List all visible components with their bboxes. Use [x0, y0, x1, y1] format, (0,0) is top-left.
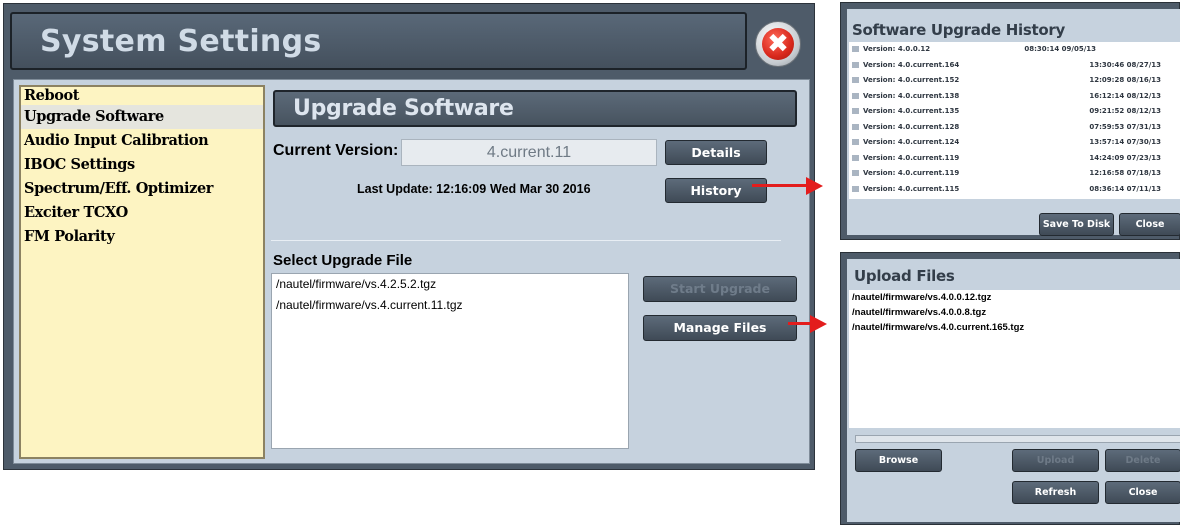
history-timestamp: 12:16:58 07/18/13 — [1089, 169, 1161, 177]
last-update-label: Last Update: 12:16:09 — [357, 182, 487, 196]
history-panel: Software Upgrade History Version: 4.0.0.… — [847, 9, 1180, 236]
save-to-disk-button[interactable]: Save To Disk — [1039, 213, 1114, 236]
upload-title: Upload Files — [854, 267, 955, 285]
refresh-button[interactable]: Refresh — [1012, 481, 1099, 504]
upload-progress-bar — [855, 435, 1180, 443]
history-timestamp: 14:24:09 07/23/13 — [1089, 153, 1161, 162]
close-button[interactable]: ✖ — [755, 21, 801, 67]
upload-close-button[interactable]: Close — [1105, 481, 1180, 504]
list-bullet-icon — [852, 170, 859, 176]
arrow-head-icon — [806, 177, 823, 195]
title-bar: System Settings — [10, 12, 747, 70]
system-settings-window: System Settings ✖ Reboot Upgrade Softwar… — [3, 3, 815, 470]
list-bullet-icon — [852, 139, 859, 145]
history-list[interactable]: Version: 4.0.0.12 08:30:14 09/05/13 Versi… — [849, 42, 1180, 199]
list-bullet-icon — [852, 185, 859, 192]
history-row[interactable]: Version: 4.0.current.119 14:24:09 07/23/1… — [849, 151, 1180, 167]
arrow-to-history — [752, 184, 808, 187]
list-bullet-icon — [852, 154, 859, 161]
history-version: Version: 4.0.current.119 — [863, 153, 960, 162]
history-timestamp: 09:21:52 08/12/13 — [1089, 107, 1161, 115]
window-title: System Settings — [40, 24, 322, 59]
history-timestamp: 13:30:46 08/27/13 — [1089, 60, 1161, 69]
sidebar-item-audio-input-calibration[interactable]: Audio Input Calibration — [21, 129, 263, 153]
last-update-date: Wed Mar 30 2016 — [490, 182, 591, 196]
history-row[interactable]: Version: 4.0.current.115 08:36:14 07/11/1… — [849, 182, 1180, 198]
history-row[interactable]: Version: 4.0.current.138 16:12:14 08/12/1… — [849, 89, 1180, 105]
close-icon: ✖ — [762, 28, 794, 60]
history-timestamp: 08:36:14 07/11/13 — [1089, 184, 1161, 193]
details-button[interactable]: Details — [665, 140, 767, 165]
current-version-field: 4.current.11 — [401, 139, 657, 166]
history-version: Version: 4.0.current.119 — [863, 169, 960, 177]
sidebar-item-reboot[interactable]: Reboot — [21, 87, 263, 105]
arrow-head-icon — [810, 315, 827, 333]
list-bullet-icon — [852, 92, 859, 99]
section-header: Upgrade Software — [273, 90, 797, 127]
manage-files-button[interactable]: Manage Files — [643, 315, 797, 341]
file-list-item[interactable]: /nautel/firmware/vs.4.2.5.2.tgz — [272, 274, 628, 295]
select-upgrade-file-label: Select Upgrade File — [273, 252, 413, 269]
sidebar-item-exciter-tcxo[interactable]: Exciter TCXO — [21, 201, 263, 225]
history-row[interactable]: Version: 4.0.0.12 08:30:14 09/05/13 — [849, 42, 1180, 58]
sidebar-item-upgrade-software[interactable]: Upgrade Software — [21, 105, 263, 129]
history-version: Version: 4.0.current.128 — [863, 122, 960, 131]
list-bullet-icon — [852, 123, 859, 130]
upgrade-file-list[interactable]: /nautel/firmware/vs.4.2.5.2.tgz /nautel/… — [271, 273, 629, 449]
software-upgrade-history-dialog: Software Upgrade History Version: 4.0.0.… — [840, 2, 1180, 240]
list-bullet-icon — [852, 77, 859, 83]
sidebar-item-fm-polarity[interactable]: FM Polarity — [21, 225, 263, 249]
history-row[interactable]: Version: 4.0.current.152 12:09:28 08/16/1… — [849, 73, 1180, 89]
list-bullet-icon — [852, 61, 859, 68]
list-item[interactable]: /nautel/firmware/vs.4.0.0.8.tgz — [849, 305, 1180, 320]
sidebar-item-spectrum-optimizer[interactable]: Spectrum/Eff. Optimizer — [21, 177, 263, 201]
list-bullet-icon — [852, 108, 859, 114]
section-title: Upgrade Software — [293, 96, 514, 121]
history-timestamp: 08:30:14 09/05/13 — [1024, 45, 1096, 53]
history-timestamp: 13:57:14 07/30/13 — [1089, 138, 1161, 146]
history-timestamp: 12:09:28 08/16/13 — [1089, 76, 1161, 84]
divider — [271, 240, 781, 241]
upload-button[interactable]: Upload — [1012, 449, 1099, 472]
upload-files-dialog: Upload Files /nautel/firmware/vs.4.0.0.1… — [840, 252, 1180, 525]
upload-file-list[interactable]: /nautel/firmware/vs.4.0.0.12.tgz /nautel… — [849, 290, 1180, 428]
history-version: Version: 4.0.current.164 — [863, 60, 960, 69]
sidebar-item-iboc-settings[interactable]: IBOC Settings — [21, 153, 263, 177]
history-version: Version: 4.0.current.115 — [863, 184, 960, 193]
history-version: Version: 4.0.current.135 — [863, 107, 960, 115]
history-row[interactable]: Version: 4.0.current.164 13:30:46 08/27/1… — [849, 58, 1180, 74]
history-version: Version: 4.0.current.138 — [863, 91, 960, 100]
browse-button[interactable]: Browse — [855, 449, 942, 472]
history-row[interactable]: Version: 4.0.current.135 09:21:52 08/12/1… — [849, 104, 1180, 120]
history-row[interactable]: Version: 4.0.current.128 07:59:53 07/31/1… — [849, 120, 1180, 136]
history-version: Version: 4.0.current.152 — [863, 76, 960, 84]
arrow-to-upload — [788, 322, 812, 325]
list-bullet-icon — [852, 46, 859, 52]
history-button[interactable]: History — [665, 178, 767, 203]
settings-sidebar: Reboot Upgrade Software Audio Input Cali… — [19, 85, 265, 459]
history-version: Version: 4.0.current.124 — [863, 138, 960, 146]
list-item[interactable]: /nautel/firmware/vs.4.0.0.12.tgz — [849, 290, 1180, 305]
settings-body: Reboot Upgrade Software Audio Input Cali… — [13, 79, 810, 464]
upload-panel: Upload Files /nautel/firmware/vs.4.0.0.1… — [847, 259, 1180, 522]
history-timestamp: 07:59:53 07/31/13 — [1089, 122, 1161, 131]
history-close-button[interactable]: Close — [1119, 213, 1180, 236]
list-item[interactable]: /nautel/firmware/vs.4.0.current.165.tgz — [849, 320, 1180, 335]
file-list-item[interactable]: /nautel/firmware/vs.4.current.11.tgz — [272, 295, 628, 316]
history-row[interactable]: Version: 4.0.current.119 12:16:58 07/18/1… — [849, 166, 1180, 182]
delete-button[interactable]: Delete — [1105, 449, 1180, 472]
history-title: Software Upgrade History — [852, 21, 1065, 39]
start-upgrade-button[interactable]: Start Upgrade — [643, 276, 797, 302]
history-row[interactable]: Version: 4.0.current.124 13:57:14 07/30/1… — [849, 135, 1180, 151]
current-version-label: Current Version: — [273, 142, 399, 159]
history-version: Version: 4.0.0.12 — [863, 45, 931, 53]
history-timestamp: 16:12:14 08/12/13 — [1089, 91, 1161, 100]
